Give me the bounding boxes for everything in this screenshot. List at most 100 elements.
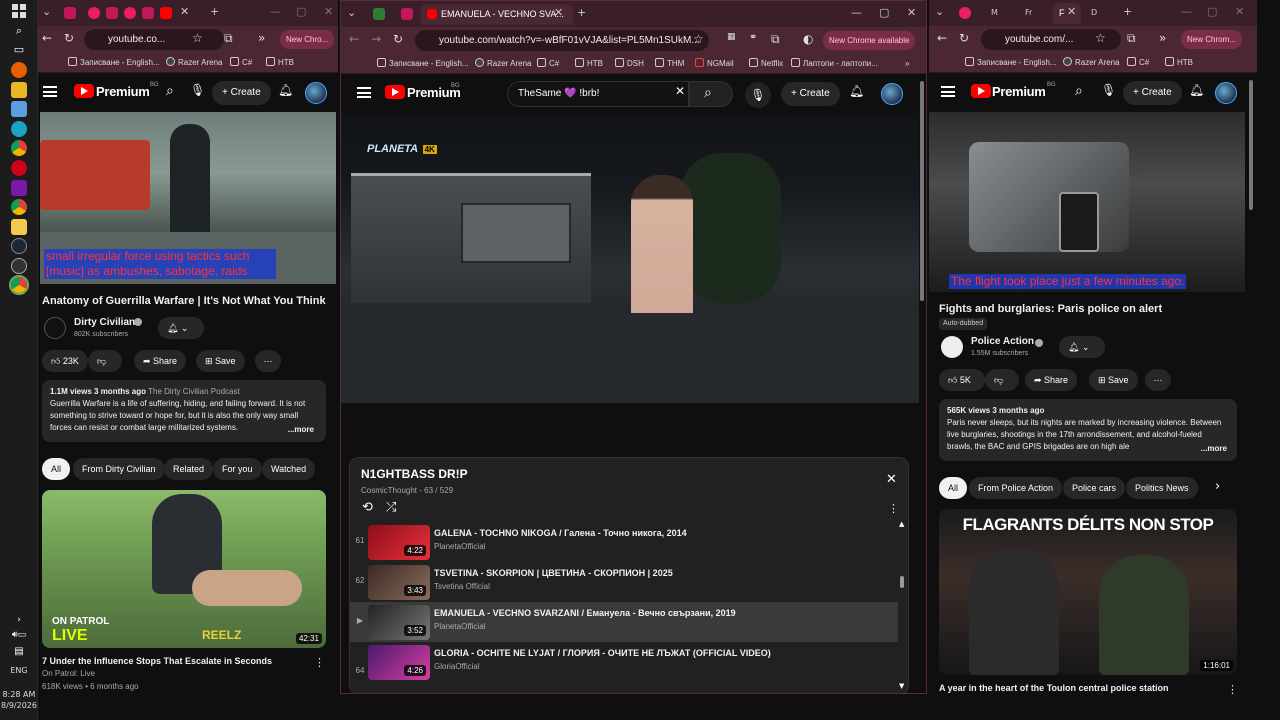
tab-favicon-1[interactable]	[959, 7, 971, 19]
clear-search-icon[interactable]: ✕	[675, 84, 685, 98]
chip-police-cars[interactable]: Police cars	[1063, 477, 1126, 499]
bookmark-7[interactable]: NGMail	[695, 57, 734, 71]
more-link[interactable]: ...more	[283, 424, 314, 436]
chip-for-you[interactable]: For you	[213, 458, 262, 480]
chip-related[interactable]: Related	[164, 458, 214, 480]
chevron-right-icon[interactable]: ›	[1215, 479, 1220, 494]
kebab-menu-icon[interactable]: ⋮	[314, 656, 325, 669]
back-icon[interactable]: ←	[937, 31, 947, 45]
like-button[interactable]: 👍︎ 23K	[42, 350, 88, 372]
recommended-thumbnail[interactable]: FLAGRANTS DÉLITS NON STOP 1:16:01	[939, 509, 1237, 675]
playlist-item[interactable]: 64 4:26 GLORIA - OCHITE NE LYJAT / ГЛОРИ…	[350, 642, 898, 682]
new-chrome-button[interactable]: New Chrome available	[823, 31, 916, 50]
menu-icon[interactable]	[43, 86, 57, 97]
firefox-icon[interactable]	[11, 62, 27, 78]
recommended-channel[interactable]: On Patrol: Live	[42, 669, 95, 678]
minimize-icon[interactable]: —	[1181, 5, 1192, 18]
bookmark-1[interactable]: Записване - English...	[377, 57, 469, 71]
podcast-link[interactable]: The Dirty Civilian Podcast	[148, 387, 240, 396]
playlist-meta[interactable]: CosmicThought - 63 / 529	[361, 486, 453, 495]
bookmark-1[interactable]: Записване - English...	[68, 56, 160, 70]
chip-from-channel[interactable]: From Dirty Civilian	[73, 458, 165, 480]
tab-favicon-m[interactable]	[401, 8, 413, 20]
maximize-icon[interactable]: ▢	[296, 5, 306, 18]
playlist-scrollbar[interactable]	[900, 576, 904, 588]
close-playlist-icon[interactable]: ✕	[886, 472, 897, 487]
bookmark-3[interactable]: C#	[1127, 56, 1149, 70]
extensions-icon[interactable]: ⧉	[224, 31, 233, 46]
notes-icon[interactable]	[11, 219, 27, 235]
opera-icon[interactable]	[11, 160, 27, 176]
search-icon[interactable]: ⌕	[1075, 83, 1083, 99]
playlist-item-current[interactable]: ▶ 3:52 EMANUELA - VECHNO SVARZANI / Еман…	[350, 602, 898, 642]
channel-name[interactable]: Police Action	[971, 336, 1034, 347]
bookmark-8[interactable]: Netflix	[749, 57, 783, 71]
microphone-icon[interactable]: 🎙︎	[745, 82, 771, 108]
extension-icon-2[interactable]: ⚭	[749, 32, 757, 43]
youtube-logo-icon[interactable]	[385, 85, 405, 99]
notifications-icon[interactable]: 🔔︎	[278, 83, 293, 97]
clock-date[interactable]: 8/9/2026	[0, 701, 38, 710]
new-tab-icon[interactable]: +	[1123, 5, 1132, 18]
chip-politics-news[interactable]: Politics News	[1126, 477, 1198, 499]
more-actions-button[interactable]: ⋯	[255, 350, 281, 372]
tab-favicon-4[interactable]	[124, 7, 136, 19]
bookmark-2[interactable]: Razer Arena	[166, 56, 222, 70]
page-scrollbar[interactable]	[1249, 80, 1253, 210]
youtube-premium-label[interactable]: Premium	[992, 84, 1046, 99]
playlist-title[interactable]: N1GHTBASS DR!P	[361, 467, 468, 481]
tab-favicon-k[interactable]	[373, 8, 385, 20]
create-button[interactable]: + Create	[212, 81, 271, 105]
page-scrollbar[interactable]	[920, 81, 924, 301]
tab-search-icon[interactable]: ⌄	[42, 5, 51, 18]
tab-label-2[interactable]: Fr	[1025, 8, 1032, 17]
playlist-menu-icon[interactable]: ⋮	[888, 502, 899, 515]
create-button[interactable]: + Create	[781, 82, 840, 106]
back-icon[interactable]: ←	[42, 31, 52, 45]
tab-label-4[interactable]: D	[1091, 8, 1097, 17]
notifications-icon[interactable]: 🔔︎	[849, 84, 864, 98]
bookmark-1[interactable]: Записване - English...	[965, 56, 1057, 70]
tab-search-icon[interactable]: ⌄	[935, 5, 944, 18]
bookmark-star-icon[interactable]: ☆	[693, 32, 704, 46]
overflow-chevron-icon[interactable]: »	[258, 31, 265, 45]
bookmark-2[interactable]: Razer Arena	[1063, 56, 1119, 70]
bookmark-4[interactable]: HTB	[575, 57, 603, 71]
recommended-video-title[interactable]: A year in the heart of the Toulon centra…	[939, 683, 1169, 693]
steam-icon[interactable]	[11, 238, 27, 254]
share-button[interactable]: ➦ Share	[134, 350, 187, 372]
photos-icon[interactable]	[11, 101, 27, 117]
create-button[interactable]: + Create	[1123, 81, 1182, 105]
reload-icon[interactable]: ↻	[64, 31, 74, 45]
bookmark-2[interactable]: Razer Arena	[475, 57, 531, 71]
bookmark-9[interactable]: Лаптопи - лаптопи...	[791, 57, 878, 71]
youtube-premium-label[interactable]: Premium	[96, 84, 150, 99]
task-view-icon[interactable]: ▭	[11, 42, 27, 58]
tab-search-icon[interactable]: ⌄	[347, 6, 356, 19]
windows-icon[interactable]	[11, 4, 27, 20]
language-indicator[interactable]: ENG	[0, 666, 38, 675]
chrome-icon-3[interactable]	[9, 275, 29, 295]
search-input[interactable]: TheSame 💜 !brb!	[507, 81, 689, 107]
bookmark-6[interactable]: THM	[655, 57, 684, 71]
files-icon[interactable]	[11, 82, 27, 98]
chevron-up-icon[interactable]: ›	[11, 612, 27, 628]
dislike-button[interactable]: 👎︎	[985, 369, 1019, 391]
search-icon[interactable]: ⌕	[11, 23, 27, 39]
avatar[interactable]	[305, 82, 327, 104]
tab-favicon-2[interactable]	[88, 7, 100, 19]
bookmark-4[interactable]: HTB	[266, 56, 294, 70]
tab-label-1[interactable]: М	[991, 8, 998, 17]
bookmark-5[interactable]: DSH	[615, 57, 644, 71]
channel-name[interactable]: Dirty Civilian	[74, 317, 135, 328]
loop-icon[interactable]: ⟲	[362, 500, 373, 515]
channel-avatar[interactable]	[941, 336, 963, 358]
tab-favicon-6[interactable]	[160, 7, 172, 19]
channel-avatar[interactable]	[44, 317, 66, 339]
recommended-video-title[interactable]: 7 Under the Influence Stops That Escalat…	[42, 656, 272, 666]
subscribe-bell-button[interactable]: 🔔︎ ⌄	[158, 317, 204, 339]
bookmark-4[interactable]: HTB	[1165, 56, 1193, 70]
extensions-icon[interactable]: ⧉	[1127, 31, 1136, 46]
chip-from-channel[interactable]: From Police Action	[969, 477, 1063, 499]
scroll-down-icon[interactable]: ▼	[899, 682, 904, 690]
